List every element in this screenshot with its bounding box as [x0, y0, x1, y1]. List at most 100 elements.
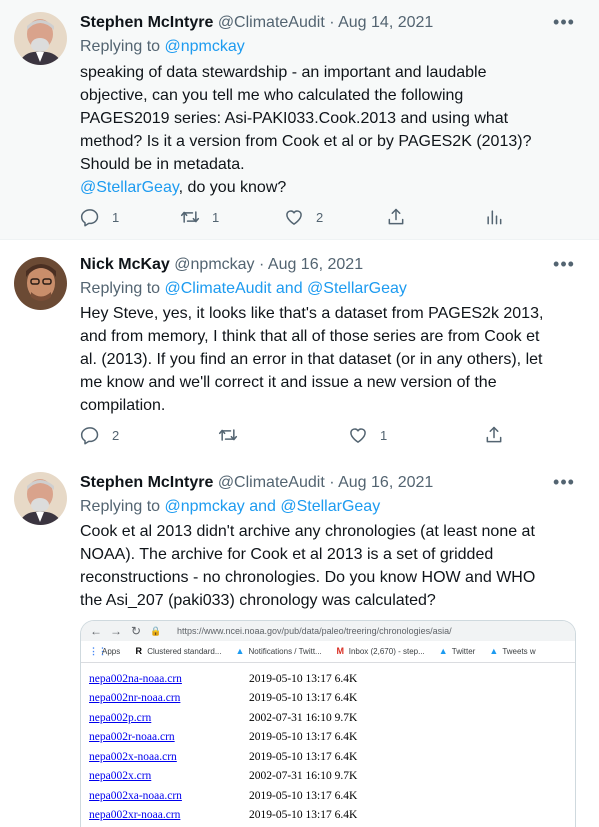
text-line: NOAA). The archive for Cook et al 2013 i…: [80, 546, 494, 563]
reply-join: and: [271, 280, 308, 297]
file-date: 2002-07-31 16:10 9.7K: [249, 770, 358, 783]
file-date: 2019-05-10 13:17 6.4K: [249, 692, 358, 705]
file-link[interactable]: nepa002r-noaa.crn: [89, 731, 249, 743]
file-listing: nepa002na-noaa.crn 2019-05-10 13:17 6.4K …: [81, 663, 575, 825]
author-handle[interactable]: @npmckay: [174, 256, 254, 273]
like-icon: [350, 428, 366, 443]
like-button[interactable]: 2: [284, 206, 323, 228]
text-line: objective, can you tell me who calculate…: [80, 87, 464, 104]
share-icon: [486, 426, 502, 443]
analytics-icon: [487, 210, 502, 225]
file-date: 2019-05-10 13:17 6.4K: [249, 809, 358, 822]
file-date: 2019-05-10 13:17 6.4K: [249, 731, 358, 744]
like-button[interactable]: 1: [348, 424, 387, 446]
file-link[interactable]: nepa002p.crn: [89, 712, 249, 724]
reply-button[interactable]: 2: [80, 424, 119, 446]
gmail-icon: M: [336, 646, 344, 656]
file-link[interactable]: nepa002x.crn: [89, 770, 249, 782]
avatar[interactable]: [14, 257, 67, 310]
file-row: nepa002na-noaa.crn 2019-05-10 13:17 6.4K: [89, 669, 575, 689]
tweet-2[interactable]: Nick McKay @npmckay · Aug 16, 2021 ••• R…: [0, 240, 599, 460]
more-icon[interactable]: •••: [553, 473, 575, 496]
file-link[interactable]: nepa002xr-noaa.crn: [89, 809, 249, 821]
share-button[interactable]: [386, 206, 406, 228]
tweet-3[interactable]: Stephen McIntyre @ClimateAudit · Aug 16,…: [0, 460, 599, 827]
reply-count: 1: [112, 209, 120, 225]
retweet-button[interactable]: [218, 424, 238, 446]
avatar[interactable]: [14, 12, 67, 65]
avatar[interactable]: [14, 472, 67, 525]
file-date: 2019-05-10 13:17 6.4K: [249, 750, 358, 763]
reply-mention[interactable]: @StellarGeay: [280, 498, 380, 515]
author-name[interactable]: Stephen McIntyre: [80, 14, 213, 31]
reply-mention[interactable]: @npmckay: [165, 38, 245, 55]
text-line: al. (2013). If you find an error in that…: [80, 351, 543, 368]
reply-mention[interactable]: @npmckay: [165, 498, 245, 515]
more-icon[interactable]: •••: [553, 13, 575, 36]
text-line: Should be in metadata.: [80, 156, 245, 173]
tweet-header: Stephen McIntyre @ClimateAudit · Aug 14,…: [80, 12, 559, 34]
like-count: 2: [316, 209, 324, 225]
author-handle[interactable]: @ClimateAudit: [218, 474, 325, 491]
reply-button[interactable]: 1: [80, 206, 119, 228]
replying-to: Replying to @npmckay: [80, 36, 579, 58]
replying-to: Replying to @ClimateAudit and @StellarGe…: [80, 278, 579, 300]
bookmark-item: ▲ Notifications / Twitt...: [235, 646, 322, 657]
url-text: https://www.ncei.noaa.gov/pub/data/paleo…: [177, 626, 452, 636]
reply-join: and: [244, 498, 281, 515]
reply-mention[interactable]: @StellarGeay: [307, 280, 407, 297]
r-icon: R: [135, 646, 142, 656]
tweet-date[interactable]: Aug 16, 2021: [338, 474, 433, 491]
bookmark-item: ⋮⋮ Apps: [89, 646, 121, 657]
author-handle[interactable]: @ClimateAudit: [218, 14, 325, 31]
replying-to-prefix: Replying to: [80, 38, 165, 55]
text-line: PAGES2019 series: Asi-PAKI033.Cook.2013 …: [80, 110, 509, 127]
author-name[interactable]: Nick McKay: [80, 256, 170, 273]
separator: ·: [324, 14, 339, 31]
file-link[interactable]: nepa002nr-noaa.crn: [89, 692, 249, 704]
share-button[interactable]: [484, 424, 504, 446]
bookmark-item: ▲ Tweets w: [489, 646, 536, 657]
inline-mention[interactable]: @StellarGeay: [80, 179, 179, 196]
bookmark-item: M Inbox (2,670) - step...: [336, 646, 425, 657]
text-tail: , do you know?: [178, 179, 287, 196]
text-line: method? Is it a version from Cook et al …: [80, 133, 532, 150]
file-link[interactable]: nepa002xa-noaa.crn: [89, 790, 249, 802]
tweet-1[interactable]: Stephen McIntyre @ClimateAudit · Aug 14,…: [0, 0, 599, 240]
text-line: reconstructions - no chronologies. Do yo…: [80, 569, 536, 586]
retweet-count: 1: [212, 209, 220, 225]
like-icon: [286, 210, 302, 225]
bookmarks-bar: ⋮⋮ Apps R Clustered standard... ▲ Notificat…: [81, 641, 575, 663]
retweet-icon: [218, 429, 238, 441]
attached-screenshot[interactable]: ← → ↻ 🔒 https://www.ncei.noaa.gov/pub/da…: [80, 620, 576, 827]
reply-icon: [80, 209, 99, 227]
tweet-date[interactable]: Aug 14, 2021: [338, 14, 433, 31]
file-date: 2002-07-31 16:10 9.7K: [249, 711, 358, 724]
file-row: nepa002p.crn 2002-07-31 16:10 9.7K: [89, 708, 575, 728]
file-link[interactable]: nepa002na-noaa.crn: [89, 673, 249, 685]
file-date: 2019-05-10 13:17 6.4K: [249, 789, 358, 802]
replying-to-prefix: Replying to: [80, 280, 165, 297]
twitter-bird-icon: ▲: [438, 646, 448, 656]
tweet-date[interactable]: Aug 16, 2021: [268, 256, 363, 273]
analytics-button[interactable]: [484, 206, 504, 228]
reply-mention[interactable]: @ClimateAudit: [165, 280, 272, 297]
reload-icon: ↻: [130, 624, 142, 638]
file-row: nepa002x.crn 2002-07-31 16:10 9.7K: [89, 767, 575, 787]
retweet-button[interactable]: 1: [180, 206, 219, 228]
more-icon[interactable]: •••: [553, 255, 575, 278]
tweet-header: Stephen McIntyre @ClimateAudit · Aug 16,…: [80, 472, 559, 494]
tweet-text: speaking of data stewardship - an import…: [80, 61, 583, 199]
file-row: nepa002r-noaa.crn 2019-05-10 13:17 6.4K: [89, 728, 575, 748]
separator: ·: [254, 256, 268, 273]
text-line: and from memory, I think that all of tho…: [80, 328, 540, 345]
separator: ·: [324, 474, 339, 491]
share-icon: [388, 208, 404, 225]
author-name[interactable]: Stephen McIntyre: [80, 474, 213, 491]
reply-count: 2: [112, 427, 120, 443]
forward-icon: →: [110, 624, 122, 638]
file-link[interactable]: nepa002x-noaa.crn: [89, 751, 249, 763]
file-date: 2019-05-10 13:17 6.4K: [249, 672, 358, 685]
browser-address-bar: ← → ↻ 🔒 https://www.ncei.noaa.gov/pub/da…: [81, 621, 575, 641]
apps-icon: ⋮⋮: [89, 646, 107, 656]
